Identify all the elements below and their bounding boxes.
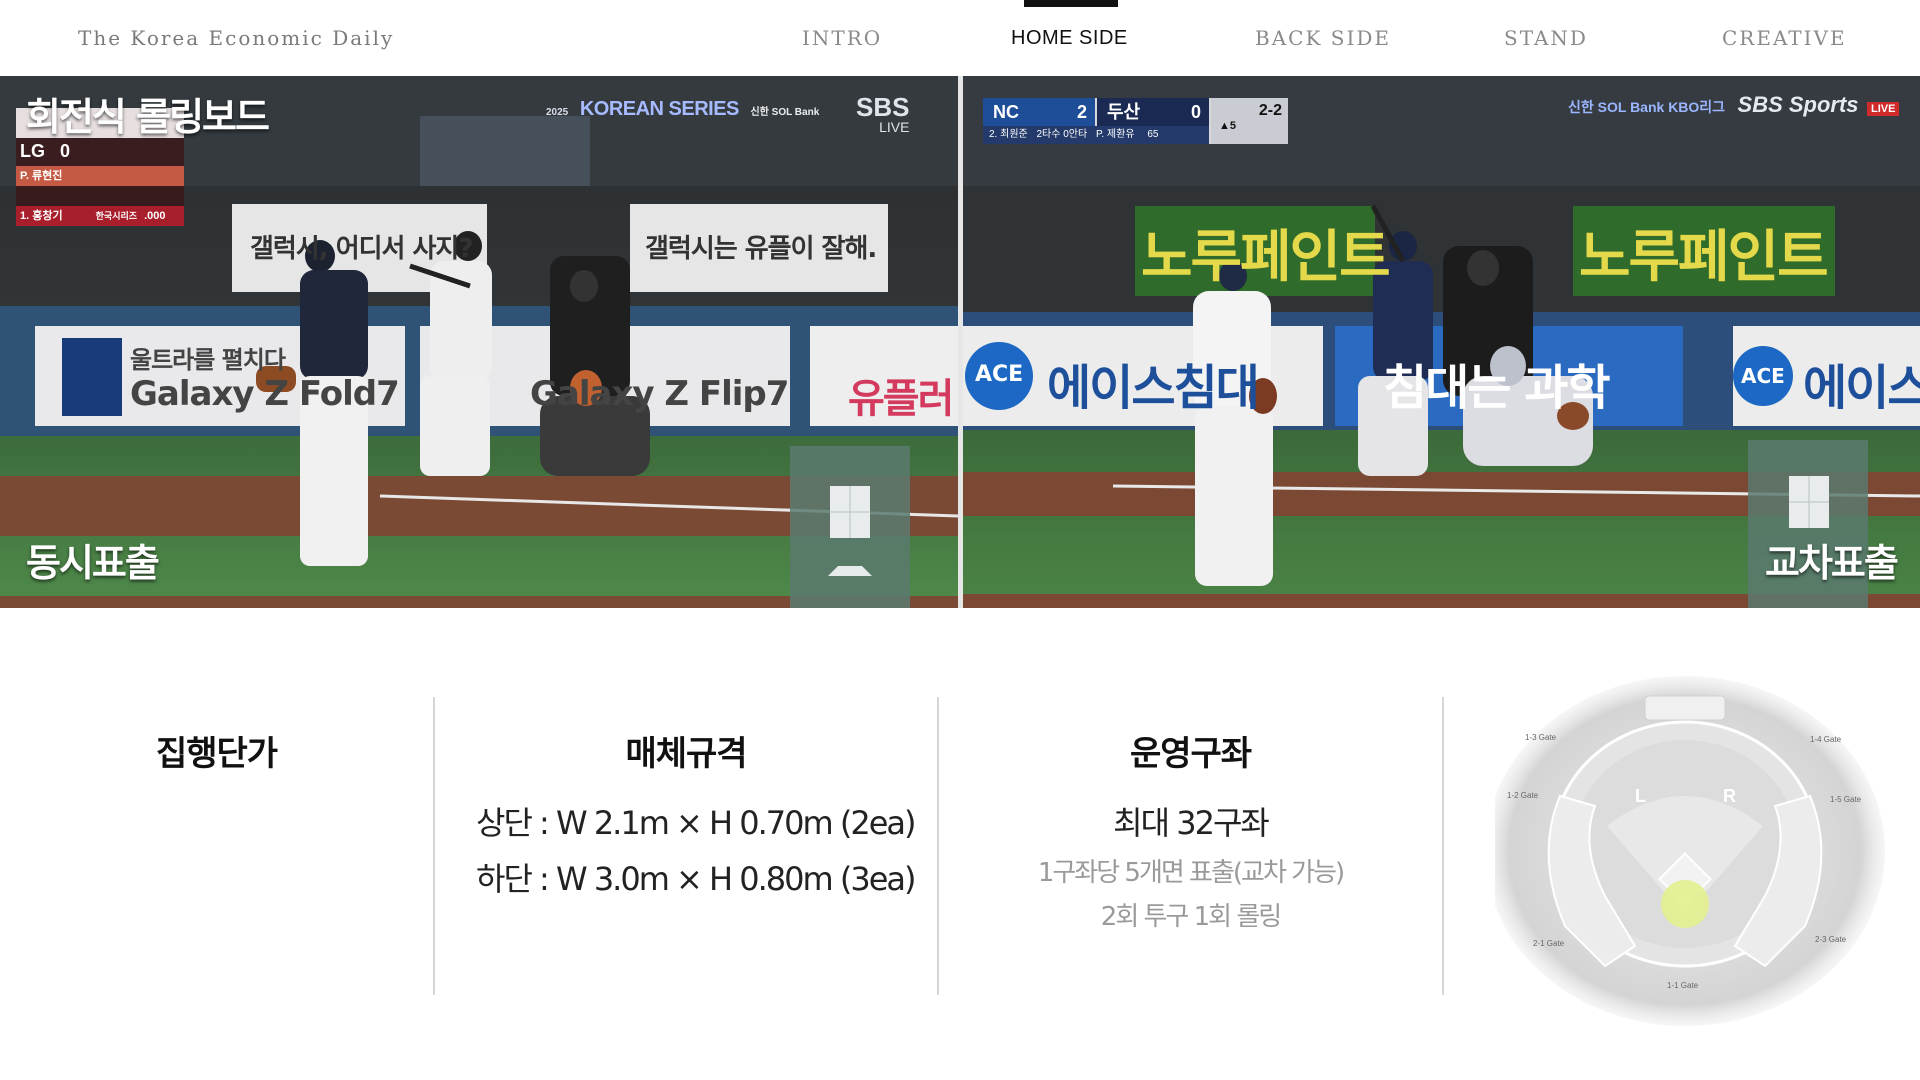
scorebug-team: LG [20,141,45,161]
column-divider [1442,697,1444,995]
board-text-bottom-mid: Galaxy Z Flip7 [530,374,789,414]
scorebug-batter-stat: 2타수 0안타 [1036,129,1088,140]
title-operation-slots: 운영구좌 [1129,734,1252,774]
board-text-bottom-right: 유플러 [848,376,954,422]
spec-lower: 하단 : W 3.0m × H 0.80m (3ea) [476,860,916,898]
board-text-bottom-mid: 침대는 과학 [1383,360,1611,416]
board-text-bottom-left-2: Galaxy Z Fold7 [130,374,400,414]
live-badge-right: LIVE [1867,102,1900,116]
network-logo-left: SBS LIVE [856,92,909,135]
series-sponsor: 신한 SOL Bank [750,107,820,118]
series-year: 2025 [546,107,569,118]
board-ace-logo-left: ACE [975,362,1024,387]
scorebug-count: 2-2 [1258,102,1282,119]
scorebug-pitch-count: 65 [1147,129,1159,140]
board-text-bottom-left: 울트라를 펼치다 [130,346,286,374]
scorebug-score: 0 [60,141,71,161]
nav-stand[interactable]: STAND [1504,26,1588,50]
photo-alternating-display: NC 2 두산 0 2-2 ▲5 2. 최원준 2타수 0안타 P. 제환유 6… [963,76,1920,608]
scorebug-score1: 2 [1076,102,1087,122]
gate-label: 1-3 Gate [1525,733,1557,742]
highlight-zone [1661,880,1709,928]
header-bar: The Korea Economic Daily INTRO HOME SIDE… [0,0,1920,76]
board-text-bottom-right: 에이스침대 [1803,360,1920,416]
gate-label: 2-3 Gate [1815,935,1847,944]
scorebug-batter: 1. 홍창기 [20,210,63,222]
gate-label: 1-1 Gate [1667,981,1699,990]
gate-label: 2-1 Gate [1533,939,1565,948]
broadcast-sponsor: 신한 SOL Bank KBO리그 [1568,99,1726,115]
network-name: SBS [856,92,910,122]
brand-logo[interactable]: The Korea Economic Daily [78,26,394,50]
stadium-map: L R 1-3 Gate 1-4 Gate 1-2 Gate 1-5 Gate … [1495,676,1885,1026]
map-marker-right: R [1723,786,1736,806]
gate-label: 1-4 Gate [1810,735,1842,744]
overlay-label-rolling-board: 회전식 롤링보드 [26,95,270,139]
broadcast-banner-right: 신한 SOL Bank KBO리그 SBS Sports LIVE [1568,92,1900,118]
overlay-label-simultaneous: 동시표출 [26,541,160,585]
broadcast-banner-left: 2025 KOREAN SERIES 신한 SOL Bank [546,98,819,132]
broadcast-network: SBS Sports [1737,92,1859,117]
scorebug-stat: .000 [144,210,166,222]
scorebug-team2: 두산 [1107,102,1141,122]
nav-home-side[interactable]: HOME SIDE [1011,27,1128,50]
title-execution-price: 집행단가 [155,734,278,774]
title-media-spec: 매체규격 [625,734,747,774]
board-text-top-left: 갤럭시, 어디서 사지? [250,234,473,264]
scorebug-team1: NC [993,102,1019,122]
scorebug-batter: 2. 최원준 [989,129,1028,140]
scorebug-right: NC 2 두산 0 2-2 ▲5 2. 최원준 2타수 0안타 P. 제환유 6… [983,98,1288,144]
slots-detail: 1구좌당 5개면 표출(교차 가능) [1037,858,1345,888]
board-text-top-right: 갤럭시는 유플이 잘해. [645,234,877,264]
active-tab-indicator [1024,0,1118,7]
baseball-scene-right [963,76,1920,608]
gate-label: 1-5 Gate [1830,795,1862,804]
gate-label: 1-2 Gate [1507,791,1539,800]
nav-creative[interactable]: CREATIVE [1722,26,1847,50]
scorebug-pitcher: P. 제환유 [1095,129,1135,140]
slots-max: 최대 32구좌 [1113,804,1270,842]
overlay-label-alternating: 교차표출 [1765,541,1899,585]
map-marker-left: L [1635,786,1646,806]
spec-upper: 상단 : W 2.1m × H 0.70m (2ea) [476,804,916,842]
scorebug-score2: 0 [1190,102,1201,122]
scorebug-pitcher: P. 류현진 [16,166,184,186]
slots-rolling: 2회 투구 1회 롤링 [1100,902,1282,932]
board-text-bottom-left: 에이스침대 [1047,360,1260,416]
nav-back-side[interactable]: BACK SIDE [1255,26,1391,50]
series-title: KOREAN SERIES [579,98,740,120]
nav-intro[interactable]: INTRO [802,26,882,50]
scorebug-series: 한국시리즈 [95,211,138,221]
scorebug-inning: ▲5 [1219,120,1237,132]
board-ace-logo-right: ACE [1741,364,1785,388]
board-text-top-right: 노루페인트 [1579,225,1829,290]
board-text-top-left: 노루페인트 [1141,225,1391,290]
photo-simultaneous-display: LG 0 P. 류현진 1. 홍창기 한국시리즈 .000 2025 KOREA… [0,76,958,608]
